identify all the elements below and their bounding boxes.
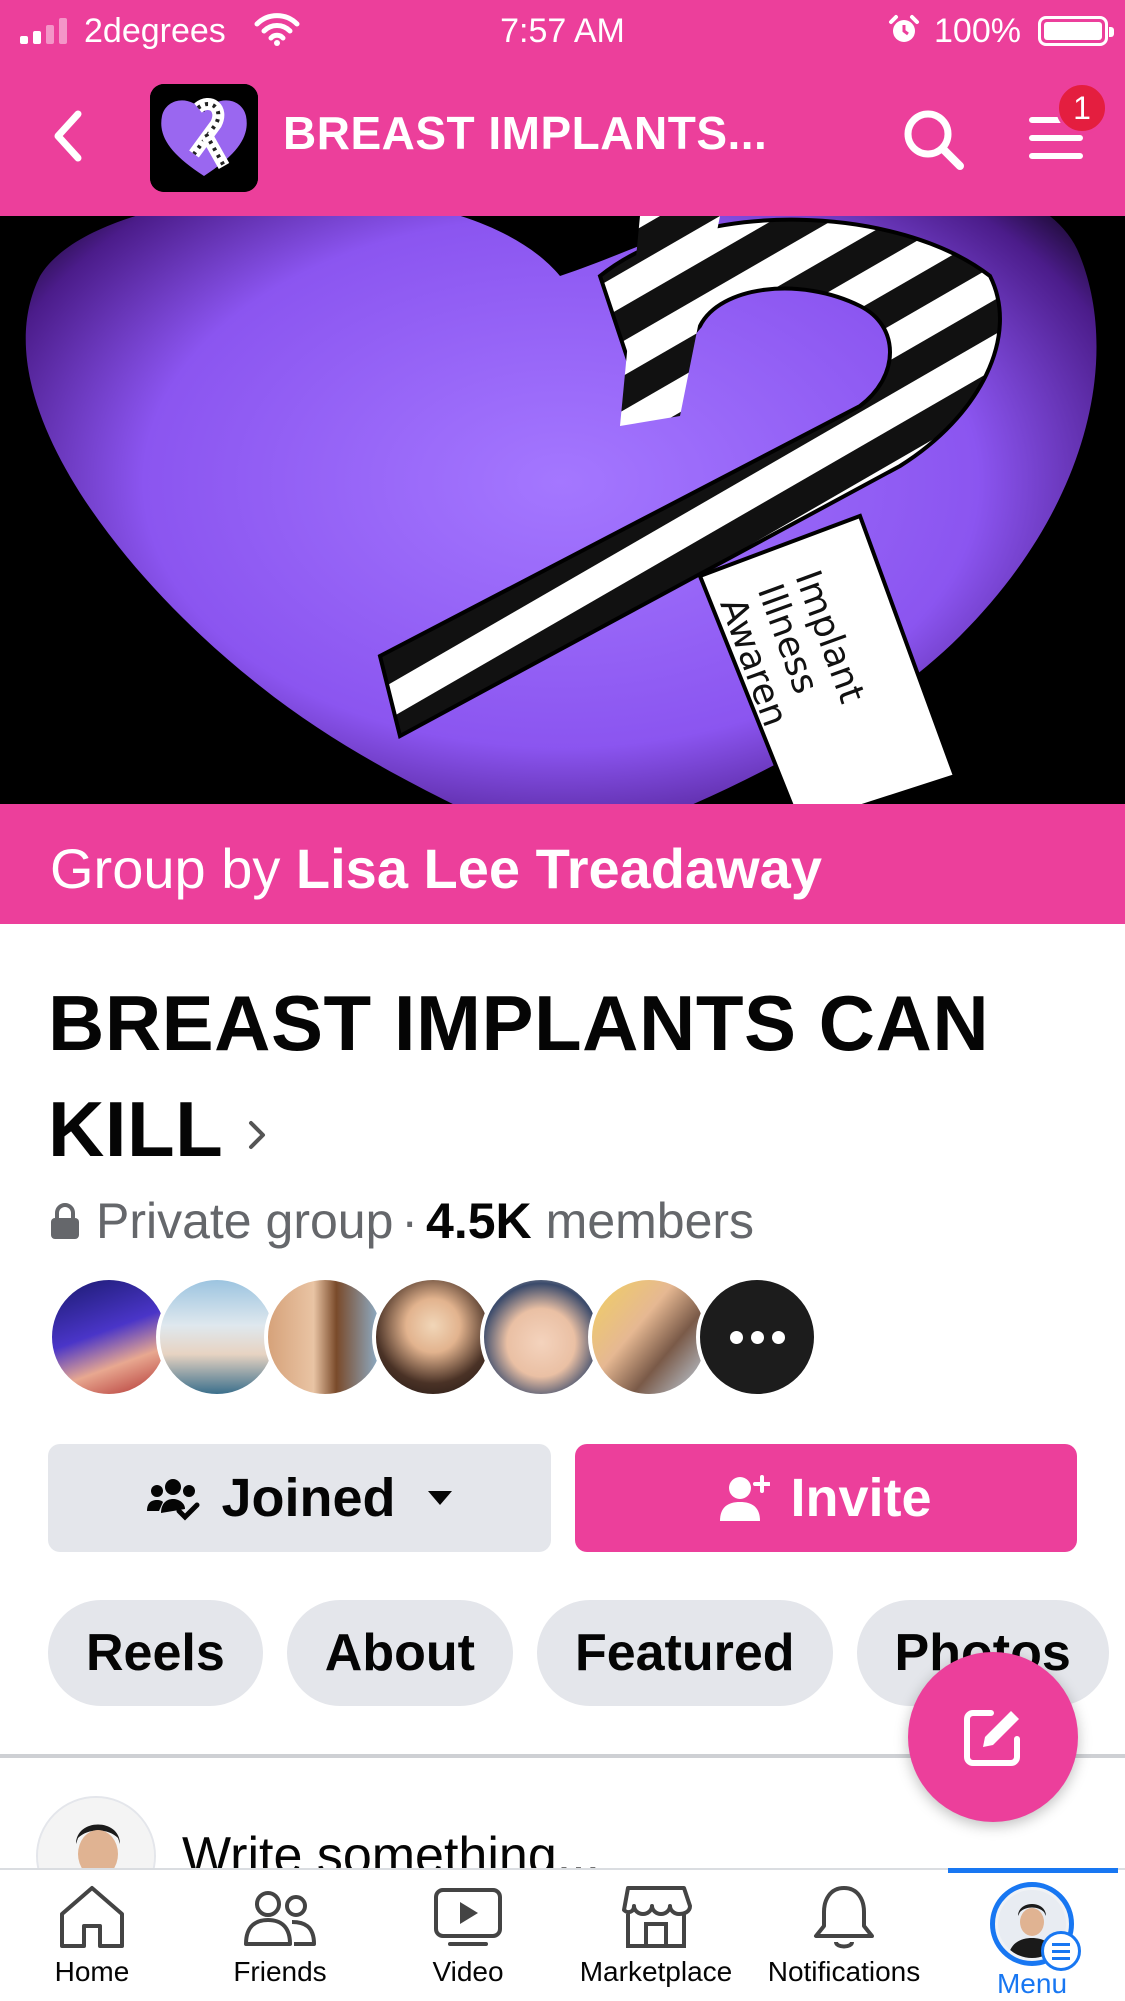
awareness-ribbon-cover-image: Implant Illness Awaren [0,216,1125,804]
more-dot [729,1330,743,1344]
compose-post-button[interactable] [908,1652,1078,1822]
active-tab-indicator [948,1868,1118,1873]
heart-ribbon-logo-icon [150,84,258,192]
battery-percent: 100% [934,12,1021,50]
group-logo[interactable] [150,84,258,192]
nav-menu[interactable]: Menu [938,1882,1125,2001]
battery-icon [1038,16,1114,46]
tab-featured[interactable]: Featured [536,1600,833,1706]
meta-separator: · [401,1193,419,1249]
add-person-icon [720,1475,771,1521]
header-title: BREAST IMPLANTS... [283,107,768,159]
video-icon [434,1888,502,1946]
home-icon [60,1886,124,1948]
top-app-bar: BREAST IMPLANTS... 1 [0,62,1125,216]
member-avatar[interactable] [156,1276,278,1398]
invite-label: Invite [790,1468,932,1528]
members-joined-icon [147,1479,200,1521]
search-icon[interactable] [900,106,966,172]
back-chevron-icon[interactable] [48,106,88,166]
more-dot [750,1330,764,1344]
group-meta: Private group · 4.5K members [48,1192,754,1250]
bell-icon [814,1886,874,1949]
member-avatar[interactable] [264,1276,386,1398]
notification-badge: 1 [1056,82,1108,134]
nav-home[interactable]: Home [0,1882,186,2001]
friends-icon [244,1891,316,1946]
nav-marketplace-label: Marketplace [579,1956,733,1987]
invite-button[interactable]: Invite [575,1444,1077,1552]
alarm-icon [889,15,919,42]
nav-video[interactable]: Video [374,1882,562,2001]
member-avatar[interactable] [372,1276,494,1398]
more-dot [771,1330,785,1344]
caret-down-icon [427,1491,452,1505]
member-avatar[interactable] [48,1276,170,1398]
group-owner-banner: Group by Lisa Lee Treadaway [0,804,1125,924]
tab-reels[interactable]: Reels [48,1600,263,1706]
member-avatar[interactable] [588,1276,710,1398]
nav-home-label: Home [54,1956,130,1987]
lock-icon [51,1203,79,1239]
tab-about[interactable]: About [286,1600,513,1706]
more-members-button[interactable] [696,1276,818,1398]
joined-label: Joined [221,1468,396,1528]
group-name-text: BREAST IMPLANTS CAN KILL [48,979,990,1173]
nav-video-label: Video [432,1956,504,1987]
marketplace-icon [622,1886,692,1948]
bottom-navigation: Home Friends Video Marketplace Notificat… [0,1868,1125,2001]
chevron-right-icon [249,1121,266,1150]
nav-marketplace[interactable]: Marketplace [562,1882,750,2001]
member-count[interactable]: 4.5K [426,1192,532,1250]
joined-button[interactable]: Joined [48,1444,551,1552]
group-owner-link[interactable]: Lisa Lee Treadaway [296,837,822,900]
nav-friends-label: Friends [233,1956,327,1987]
nav-menu-label: Menu [996,1968,1068,1999]
menu-avatar-icon [990,1882,1081,1971]
cover-photo[interactable]: Implant Illness Awaren [0,216,1125,804]
member-avatar[interactable] [480,1276,602,1398]
nav-notifications[interactable]: Notifications [750,1882,938,2001]
nav-notifications-label: Notifications [767,1956,921,1987]
status-bar: 2degrees 7:57 AM 100% [0,0,1125,62]
group-name[interactable]: BREAST IMPLANTS CAN KILL [48,970,1078,1182]
group-page: 2degrees 7:57 AM 100% BREAST IMPLANTS...… [0,0,1125,2001]
group-by-prefix: Group by [50,837,281,900]
menu-lines-icon [1041,1931,1081,1971]
privacy-label: Private group [96,1193,394,1249]
edit-icon [964,1710,1020,1766]
members-label[interactable]: members [546,1192,754,1250]
nav-friends[interactable]: Friends [186,1882,374,2001]
